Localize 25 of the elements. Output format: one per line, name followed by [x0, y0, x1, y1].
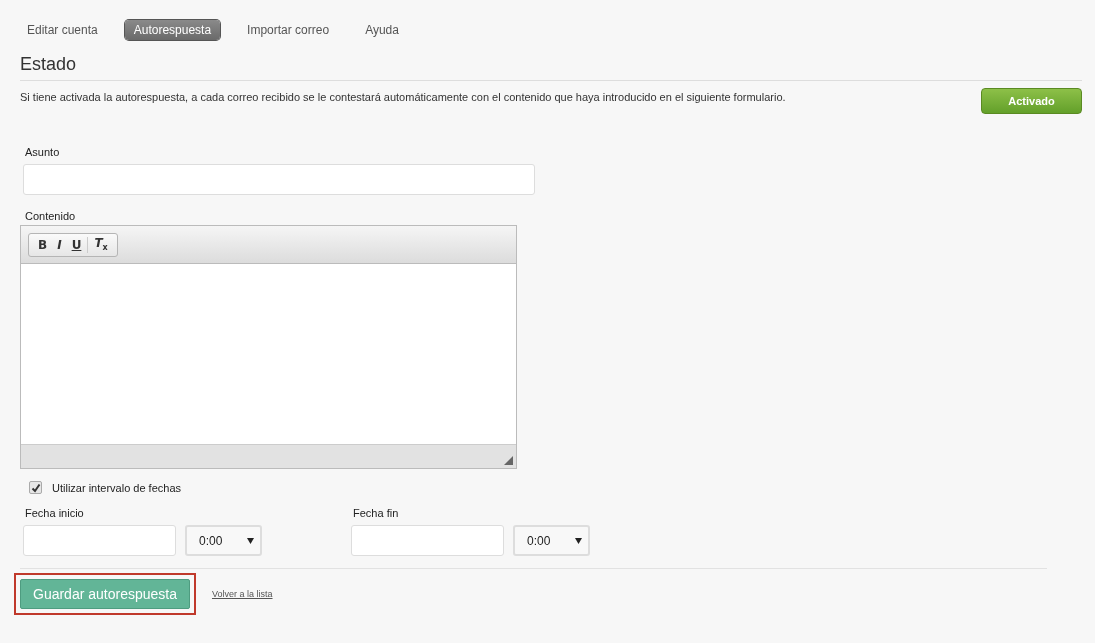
format-button[interactable]: T$_{x}$ [89, 236, 113, 253]
section-heading: Estado [20, 54, 1082, 81]
date-input-field[interactable] [351, 525, 504, 556]
time-select[interactable]: 0:00 [513, 525, 590, 556]
tab[interactable]: Autorespuesta [124, 20, 221, 40]
format-button[interactable]: I [52, 237, 67, 252]
dropdown-caret-icon [575, 537, 582, 544]
description-text: Si tiene activada la autorespuesta, a cada correo recibido se le contestará automáticamente con el contenido que haya introducido en el siguiente formulario. [20, 91, 786, 103]
field-label: Contenido [25, 210, 77, 222]
subject-input-field[interactable] [23, 164, 535, 195]
field-label: Fecha fin [353, 507, 400, 519]
tab[interactable]: Ayuda [356, 20, 408, 40]
resize-grip-icon[interactable] [504, 456, 513, 465]
tab[interactable]: Editar cuenta [18, 20, 107, 40]
field-label: Fecha inicio [25, 507, 85, 519]
format-button[interactable]: U [66, 237, 87, 252]
field-label: Asunto [25, 146, 61, 158]
tab[interactable]: Importar correo [238, 20, 339, 40]
format-button[interactable]: B [33, 237, 53, 252]
checkbox[interactable] [29, 481, 42, 494]
checkbox-label: Utilizar intervalo de fechas [52, 481, 181, 494]
date-input-field[interactable] [23, 525, 176, 556]
back-link[interactable]: Volver a la lista [212, 589, 273, 599]
time-select[interactable]: 0:00 [185, 525, 262, 556]
dropdown-caret-icon [247, 537, 254, 544]
